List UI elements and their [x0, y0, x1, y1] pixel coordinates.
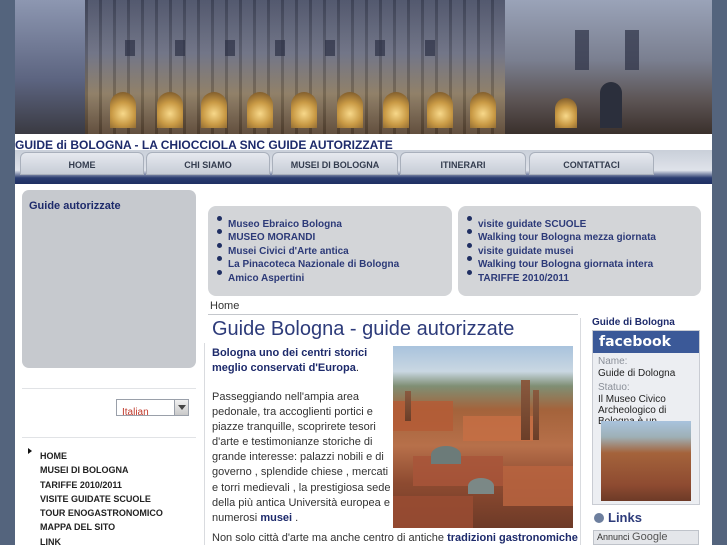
- tab-itinerari[interactable]: ITINERARI: [400, 152, 526, 175]
- bottom-paragraph: Non solo città d'arte ma anche centro di…: [212, 532, 578, 544]
- bullet-icon: [217, 256, 222, 262]
- divider: [204, 343, 205, 545]
- side-menu-item-link[interactable]: LINK: [26, 530, 196, 545]
- divider: [22, 437, 196, 438]
- tab-home[interactable]: HOME: [20, 152, 144, 175]
- side-menu-item-tariffe[interactable]: TARIFFE 2010/2011: [26, 473, 196, 490]
- divider: [208, 314, 578, 315]
- bullet-icon: [467, 269, 472, 275]
- facebook-widget[interactable]: facebook Name: Guide di Dologna Statuo: …: [592, 330, 700, 505]
- link-tariffe[interactable]: TARIFFE 2010/2011: [466, 266, 701, 284]
- bullet-icon: [467, 229, 472, 235]
- language-select[interactable]: Italian: [116, 399, 189, 418]
- bullet-icon: [217, 242, 222, 248]
- left-gutter: [0, 0, 15, 545]
- intro-bold-text: Bologna uno dei centri storici meglio co…: [212, 347, 368, 374]
- side-menu-item-mappa[interactable]: MAPPA DEL SITO: [26, 515, 196, 532]
- bullet-icon: [467, 256, 472, 262]
- musei-link[interactable]: musei: [260, 512, 292, 524]
- google-ads-label[interactable]: Annunci Google: [593, 530, 699, 545]
- site-title: GUIDE di BOLOGNA - LA CHIOCCIOLA SNC GUI…: [15, 134, 712, 152]
- side-menu-item-visite-scuole[interactable]: VISITE GUIDATE SCUOLE: [26, 487, 196, 504]
- tour-links-box: visite guidate SCUOLE Walking tour Bolog…: [458, 206, 701, 296]
- right-gutter: [712, 0, 727, 545]
- bullet-icon: [217, 229, 222, 235]
- side-menu-item-home[interactable]: HOME: [26, 444, 196, 461]
- fb-name[interactable]: Guide di Dologna: [593, 368, 699, 379]
- museum-links-box: Museo Ebraico Bologna MUSEO MORANDI Muse…: [208, 206, 452, 296]
- header-banner-image: [15, 0, 712, 134]
- link-visite-scuole[interactable]: visite guidate SCUOLE: [466, 212, 701, 230]
- fb-status-label: Statuo:: [598, 382, 630, 393]
- link-amico-aspertini[interactable]: Amico Aspertini: [216, 266, 452, 284]
- link-walking-intera[interactable]: Walking tour Bologna giornata intera: [466, 252, 701, 270]
- bullet-icon: [594, 513, 604, 523]
- side-menu-item-tour-enogastronomico[interactable]: TOUR ENOGASTRONOMICO: [26, 501, 196, 518]
- panel-title: Guide autorizzate: [29, 200, 121, 212]
- link-musei-civici[interactable]: Musei Civici d'Arte antica: [216, 239, 452, 257]
- intro-paragraph: Bologna uno dei centri storici meglio co…: [212, 347, 368, 374]
- link-pinacoteca[interactable]: La Pinacoteca Nazionale di Bologna: [216, 252, 452, 270]
- chevron-down-icon[interactable]: [174, 400, 188, 415]
- side-menu-item-musei[interactable]: MUSEI DI BOLOGNA: [26, 458, 196, 475]
- link-visite-musei[interactable]: visite guidate musei: [466, 239, 701, 257]
- bullet-icon: [217, 216, 222, 221]
- links-heading: Links: [594, 510, 642, 525]
- breadcrumb[interactable]: Home: [210, 300, 239, 312]
- bologna-city-photo: [393, 346, 573, 528]
- fb-name-label: Name:: [598, 356, 628, 367]
- bullet-icon: [217, 269, 222, 275]
- arrow-right-icon: [28, 448, 32, 454]
- facebook-widget-title: Guide di Bologna: [592, 317, 675, 328]
- tab-musei-di-bologna[interactable]: MUSEI DI BOLOGNA: [272, 152, 398, 175]
- facebook-logo[interactable]: facebook: [593, 331, 699, 353]
- tradizioni-link[interactable]: tradizioni gastronomiche: [447, 532, 578, 544]
- link-walking-mezza[interactable]: Walking tour Bologna mezza giornata: [466, 225, 701, 243]
- tab-chi-siamo[interactable]: CHI SIAMO: [146, 152, 270, 175]
- page-title: Guide Bologna - guide autorizzate: [212, 318, 515, 340]
- tab-contattaci[interactable]: CONTATTACI: [529, 152, 654, 175]
- guide-autorizzate-panel: Guide autorizzate: [22, 190, 196, 368]
- facebook-profile-photo[interactable]: [601, 421, 691, 501]
- divider: [580, 318, 581, 545]
- bullet-icon: [467, 216, 472, 221]
- side-menu: HOME MUSEI DI BOLOGNA TARIFFE 2010/2011 …: [26, 444, 196, 545]
- link-museo-ebraico[interactable]: Museo Ebraico Bologna: [216, 212, 452, 230]
- divider: [22, 388, 196, 389]
- bullet-icon: [467, 242, 472, 248]
- link-museo-morandi[interactable]: MUSEO MORANDI: [216, 225, 452, 243]
- language-value: Italian: [122, 407, 149, 418]
- body-paragraph: Passeggiando nell'ampia area pedonale, t…: [212, 391, 391, 524]
